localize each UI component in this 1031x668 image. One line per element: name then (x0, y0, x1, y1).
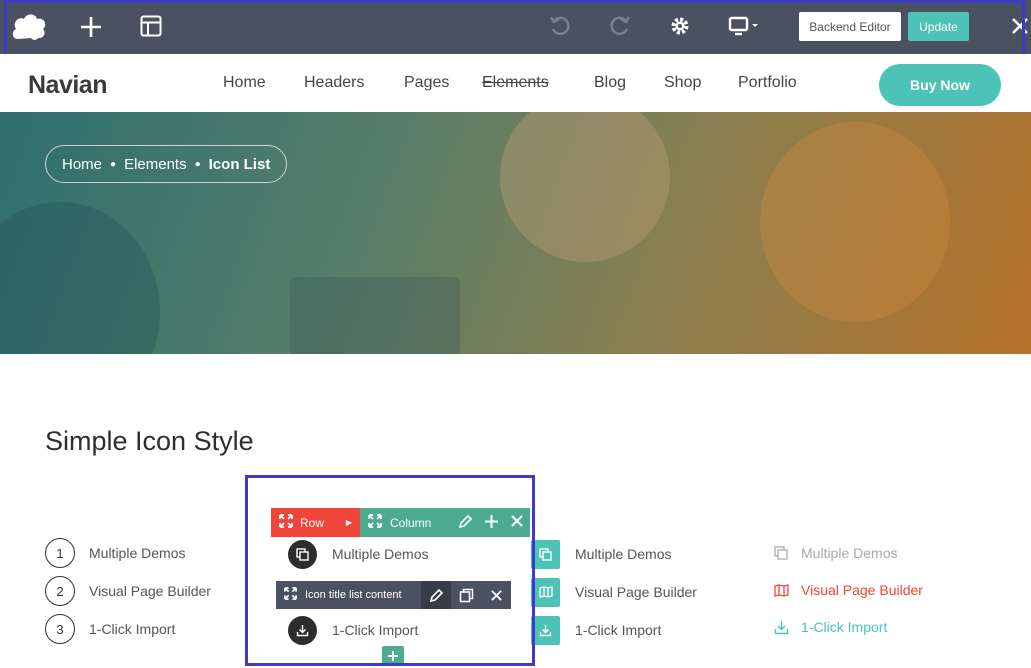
undo-icon[interactable] (548, 14, 572, 38)
move-arrows-icon[interactable] (368, 514, 382, 531)
number-badge: 2 (45, 576, 75, 606)
list-item: 2 Visual Page Builder (45, 576, 211, 606)
copy-icon (772, 546, 790, 560)
number-badge: 1 (45, 538, 75, 568)
column-controls[interactable]: Column (360, 508, 530, 537)
list-item: 1 Multiple Demos (45, 538, 185, 568)
hero-photo-shape (500, 112, 670, 262)
nav-pages[interactable]: Pages (404, 74, 449, 92)
delete-close-icon[interactable] (510, 514, 524, 531)
breadcrumb-elements[interactable]: Elements (124, 156, 187, 173)
list-item: 3 1-Click Import (45, 614, 175, 644)
nav-headers[interactable]: Headers (304, 74, 364, 92)
redo-icon[interactable] (608, 14, 632, 38)
buy-now-button[interactable]: Buy Now (879, 64, 1001, 106)
add-element-icon[interactable] (78, 14, 104, 40)
nav-home[interactable]: Home (223, 74, 266, 92)
list-item-label: Multiple Demos (89, 545, 186, 561)
hero-photo-shape (760, 122, 950, 322)
list-item: Multiple Demos (772, 541, 897, 565)
list-item-label: 1-Click Import (332, 622, 419, 638)
list-item: Multiple Demos (531, 539, 671, 569)
move-arrows-icon[interactable] (279, 514, 293, 531)
breadcrumb: Home ● Elements ● Icon List (45, 145, 288, 183)
builder-toolbar: Backend Editor Update (0, 0, 1031, 54)
hero-photo-shape (0, 202, 160, 354)
hero-laptop-shape (290, 277, 460, 354)
list-item-label: 1-Click Import (801, 619, 888, 635)
list-item-label: Multiple Demos (332, 546, 429, 562)
number-badge: 3 (45, 614, 75, 644)
settings-gear-icon[interactable] (668, 14, 692, 38)
move-arrows-icon[interactable] (284, 587, 297, 603)
list-item: 1-Click Import (772, 615, 887, 639)
row-label[interactable]: Row (300, 516, 324, 530)
nav-blog[interactable]: Blog (594, 74, 626, 92)
breadcrumb-separator: ● (110, 158, 117, 170)
edit-pencil-icon[interactable] (458, 514, 473, 532)
download-icon (772, 620, 790, 635)
edit-pencil-icon[interactable] (421, 581, 451, 609)
list-item: 1-Click Import (288, 615, 418, 645)
templates-icon[interactable] (139, 14, 163, 38)
list-item: Visual Page Builder (772, 578, 923, 602)
add-icon[interactable] (484, 514, 499, 532)
list-item-label: 1-Click Import (575, 622, 662, 638)
nav-elements[interactable]: Elements (482, 74, 549, 92)
list-item: Visual Page Builder (531, 577, 697, 607)
nav-shop[interactable]: Shop (664, 74, 701, 92)
column-label[interactable]: Column (390, 516, 431, 530)
element-controls[interactable]: Icon title list content (276, 581, 511, 609)
builder-logo-icon[interactable] (10, 9, 48, 43)
delete-close-icon[interactable] (481, 581, 511, 609)
download-icon (288, 615, 317, 645)
list-item-label: 1-Click Import (89, 621, 176, 637)
breadcrumb-current: Icon List (208, 155, 271, 173)
section-title: Simple Icon Style (45, 426, 254, 456)
page: Backend Editor Update Navian Home Header… (0, 0, 1031, 668)
copy-icon (531, 539, 560, 569)
copy-icon (288, 539, 317, 569)
breadcrumb-separator: ● (194, 158, 201, 170)
list-item-label: Multiple Demos (575, 546, 672, 562)
list-item-label: Visual Page Builder (801, 582, 923, 598)
chevron-right-icon[interactable]: ▶ (346, 518, 352, 527)
responsive-view-icon[interactable] (728, 15, 762, 37)
map-icon (531, 577, 560, 607)
download-icon (531, 615, 560, 645)
site-logo[interactable]: Navian (28, 71, 107, 100)
list-item-label: Visual Page Builder (89, 583, 211, 599)
map-icon (772, 583, 790, 597)
site-header: Navian Home Headers Pages Elements Blog … (0, 54, 1031, 112)
list-item: Multiple Demos (288, 539, 428, 569)
breadcrumb-home[interactable]: Home (62, 156, 102, 173)
list-item-label: Visual Page Builder (575, 584, 697, 600)
list-item: 1-Click Import (531, 615, 661, 645)
add-element-below-icon[interactable] (382, 646, 404, 666)
list-item-label: Multiple Demos (801, 545, 898, 561)
element-label[interactable]: Icon title list content (305, 589, 402, 601)
nav-portfolio[interactable]: Portfolio (738, 74, 797, 92)
backend-editor-button[interactable]: Backend Editor (799, 12, 901, 41)
close-icon[interactable] (1010, 16, 1030, 36)
update-button[interactable]: Update (908, 12, 969, 41)
clone-icon[interactable] (451, 581, 481, 609)
row-controls[interactable]: Row ▶ (271, 508, 360, 537)
